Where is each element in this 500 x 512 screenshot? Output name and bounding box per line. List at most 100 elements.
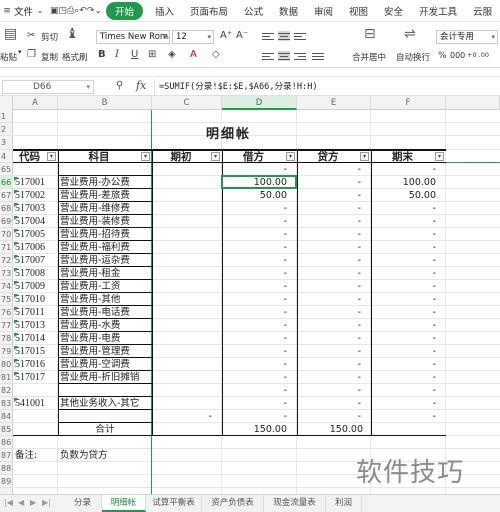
- justify-icon[interactable]: [312, 51, 324, 61]
- menu-tab[interactable]: 云服: [465, 4, 500, 18]
- cell-code[interactable]: 517014: [15, 332, 56, 345]
- row-header[interactable]: 86: [0, 436, 13, 449]
- row-header[interactable]: 84: [0, 410, 13, 423]
- more-icon[interactable]: ⌄: [94, 6, 102, 16]
- row-header[interactable]: 2: [0, 123, 13, 136]
- fx-icon[interactable]: fx: [136, 79, 146, 92]
- redo-icon[interactable]: ↷: [87, 6, 95, 16]
- cell-closing[interactable]: -: [373, 384, 436, 397]
- cell-credit[interactable]: -: [299, 345, 361, 358]
- cell-code[interactable]: 517016: [15, 358, 56, 371]
- thousands-button[interactable]: 000: [450, 51, 465, 60]
- cell-subject[interactable]: 营业费用-维修费: [60, 202, 150, 215]
- worksheet-grid[interactable]: ABCDEF 1 2 3 4 65 66 67 68 69 70 71 72 73 74 75 76 77 78 7…: [0, 96, 500, 494]
- row-header[interactable]: 76: [0, 306, 13, 319]
- column-header-e[interactable]: E: [297, 96, 371, 110]
- row-header[interactable]: 1: [0, 110, 13, 123]
- row-header[interactable]: 87: [0, 449, 13, 462]
- cell-subject[interactable]: 营业费用-差旅费: [60, 189, 150, 202]
- filter-dropdown-icon[interactable]: ▾: [435, 152, 444, 161]
- prev-sheet-icon[interactable]: ◀: [18, 498, 24, 507]
- column-header-f[interactable]: F: [371, 96, 446, 110]
- filter-dropdown-icon[interactable]: ▾: [141, 152, 150, 161]
- menu-tab[interactable]: 视图: [341, 4, 376, 18]
- cell-credit[interactable]: -: [299, 202, 361, 215]
- row-header[interactable]: 70: [0, 228, 13, 241]
- cell-closing[interactable]: -: [373, 306, 436, 319]
- align-right-icon[interactable]: [294, 51, 306, 61]
- cell-credit[interactable]: -: [299, 189, 361, 202]
- cell-debit[interactable]: -: [224, 384, 287, 397]
- total-credit[interactable]: 150.00: [299, 423, 363, 436]
- filter-dropdown-icon[interactable]: ▾: [360, 152, 369, 161]
- border-icon[interactable]: ⊞: [148, 49, 156, 60]
- paste-label[interactable]: 粘贴: [0, 51, 17, 63]
- row-header[interactable]: 67: [0, 189, 13, 202]
- cell-closing[interactable]: -: [373, 215, 436, 228]
- cell-credit[interactable]: -: [299, 267, 361, 280]
- wrap-text-icon[interactable]: ⇌: [404, 26, 416, 42]
- cell-subject[interactable]: 营业费用-福利费: [60, 241, 150, 254]
- decrease-font-icon[interactable]: A⁻: [236, 30, 248, 41]
- row-header[interactable]: 66: [0, 176, 13, 189]
- menu-tab[interactable]: 数据: [271, 4, 306, 18]
- cell-credit[interactable]: -: [299, 254, 361, 267]
- cell-code[interactable]: 517010: [15, 293, 56, 306]
- cell-code[interactable]: 517001: [15, 176, 56, 189]
- cell-debit[interactable]: -: [224, 397, 287, 410]
- cell-credit[interactable]: -: [299, 319, 361, 332]
- first-sheet-icon[interactable]: |◀: [4, 498, 13, 507]
- align-middle-icon[interactable]: [278, 31, 290, 41]
- bold-icon[interactable]: B: [98, 49, 106, 60]
- cell-closing[interactable]: -: [373, 254, 436, 267]
- cell-code[interactable]: 541001: [15, 397, 56, 410]
- format-painter-button[interactable]: 格式刷: [62, 51, 88, 63]
- cell-debit[interactable]: -: [224, 358, 287, 371]
- row-header[interactable]: 72: [0, 254, 13, 267]
- cell-subject[interactable]: 营业费用-工资: [60, 280, 150, 293]
- cell-subject[interactable]: 营业费用-电费: [60, 332, 150, 345]
- copy-button[interactable]: 复制: [41, 51, 58, 63]
- column-header-b[interactable]: B: [58, 96, 152, 110]
- font-name-select[interactable]: Times New Roma ▾: [96, 30, 170, 44]
- merge-center-icon[interactable]: ⊟: [364, 26, 376, 42]
- row-header[interactable]: 75: [0, 293, 13, 306]
- row-header[interactable]: 79: [0, 345, 13, 358]
- filter-dropdown-icon[interactable]: ▾: [286, 152, 295, 161]
- clear-format-icon[interactable]: ◇: [212, 49, 220, 60]
- cell-closing[interactable]: -: [373, 280, 436, 293]
- cell-subject[interactable]: 营业费用-电话费: [60, 306, 150, 319]
- cell-debit[interactable]: -: [224, 280, 287, 293]
- cell-debit[interactable]: -: [224, 332, 287, 345]
- cell-credit[interactable]: -: [299, 293, 361, 306]
- cell-code[interactable]: 517007: [15, 254, 56, 267]
- sheet-tab[interactable]: 分录: [64, 495, 102, 512]
- cell-opening[interactable]: -: [154, 410, 212, 423]
- wrap-text-button[interactable]: 自动换行: [396, 51, 430, 63]
- cell-subject[interactable]: 营业费用-运杂费: [60, 254, 150, 267]
- filter-dropdown-icon[interactable]: ▾: [47, 152, 56, 161]
- cell-subject[interactable]: 其他业务收入-其它: [60, 397, 150, 410]
- cell-closing[interactable]: 50.00: [373, 189, 436, 202]
- column-header-a[interactable]: A: [13, 96, 58, 110]
- filter-dropdown-icon[interactable]: ▾: [211, 152, 220, 161]
- cell-debit[interactable]: -: [224, 371, 287, 384]
- cell-code[interactable]: 517005: [15, 228, 56, 241]
- cell-code[interactable]: 517011: [15, 306, 56, 319]
- cell-debit[interactable]: -: [224, 241, 287, 254]
- cell-closing[interactable]: -: [373, 358, 436, 371]
- cell-code[interactable]: 517008: [15, 267, 56, 280]
- total-debit[interactable]: 150.00: [224, 423, 287, 436]
- cell-credit[interactable]: -: [299, 384, 361, 397]
- align-bottom-icon[interactable]: [294, 31, 306, 41]
- row-header[interactable]: 69: [0, 215, 13, 228]
- cell-credit[interactable]: -: [299, 215, 361, 228]
- next-sheet-icon[interactable]: ▶: [30, 498, 36, 507]
- cell-debit[interactable]: -: [224, 319, 287, 332]
- cell-credit[interactable]: -: [299, 332, 361, 345]
- cell-debit[interactable]: -: [224, 267, 287, 280]
- align-top-icon[interactable]: [262, 31, 274, 41]
- paste-icon[interactable]: ▤: [4, 26, 17, 42]
- sheet-tab[interactable]: 现金流量表: [264, 495, 326, 512]
- cell-closing[interactable]: -: [373, 410, 436, 423]
